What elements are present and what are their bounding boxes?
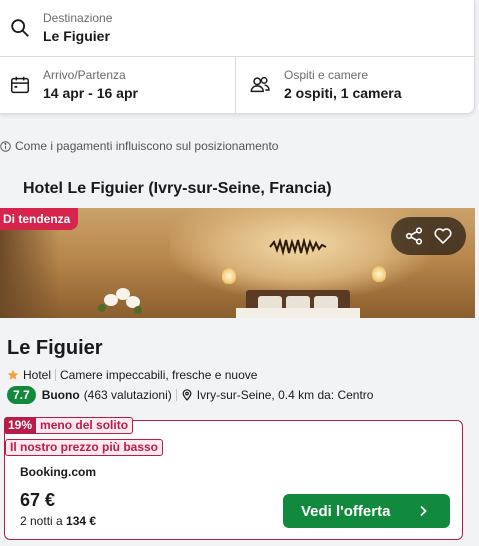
search-icon — [11, 19, 29, 37]
heart-icon — [434, 228, 452, 245]
rating-row: 7.7 Buono (463 valutazioni) Ivry-sur-Sei… — [7, 386, 373, 404]
dates-label: Arrivo/Partenza — [43, 68, 126, 82]
location-pin-icon — [182, 389, 192, 401]
destination-field[interactable]: Destinazione Le Figuier — [0, 0, 474, 57]
dates-field[interactable]: Arrivo/Partenza 14 apr - 16 apr — [0, 57, 236, 114]
nights-prefix: 2 notti a — [20, 514, 63, 528]
offer-price: 67 € — [20, 490, 56, 510]
divider — [55, 369, 57, 381]
lamp — [222, 268, 236, 284]
destination-value: Le Figuier — [43, 28, 110, 44]
guests-field[interactable]: Ospiti e camere 2 ospiti, 1 camera — [236, 57, 475, 114]
hotel-location[interactable]: Ivry-sur-Seine, 0.4 km da: Centro — [197, 388, 374, 402]
score-badge: 7.7 — [7, 386, 36, 404]
star-icon — [7, 369, 19, 380]
section-title: Hotel Le Figuier (Ivry-sur-Seine, Franci… — [23, 180, 332, 197]
price-total: 2 notti a 134 € — [20, 514, 96, 528]
ranking-info-link[interactable]: Come i pagamenti influiscono sul posizio… — [0, 139, 278, 153]
guests-value: 2 ospiti, 1 camera — [284, 85, 402, 101]
dates-value: 14 apr - 16 apr — [43, 85, 138, 101]
chevron-right-icon — [420, 505, 427, 517]
view-deal-button[interactable]: Vedi l'offerta — [283, 494, 450, 528]
guests-label: Ospiti e camere — [284, 68, 369, 82]
discount-tag: 19% meno del solito — [4, 417, 134, 434]
divider — [175, 389, 177, 401]
discount-percent: 19% — [4, 417, 37, 434]
photo-actions — [391, 217, 466, 255]
rating-word: Buono — [41, 388, 80, 402]
share-button[interactable] — [403, 225, 425, 247]
trend-badge: Di tendenza — [0, 208, 79, 230]
share-icon — [405, 227, 422, 245]
calendar-icon — [11, 76, 29, 94]
wall-art — [269, 238, 327, 256]
view-deal-label: Vedi l'offerta — [301, 502, 391, 520]
review-count[interactable]: (463 valutazioni) — [84, 388, 172, 402]
total-price: 134 € — [66, 514, 97, 528]
discount-text: meno del solito — [36, 417, 134, 434]
lowest-price-tag: Il nostro prezzo più basso — [5, 439, 164, 456]
guests-icon — [250, 76, 270, 93]
hotel-type: Hotel — [23, 368, 52, 382]
info-icon — [0, 140, 11, 152]
hotel-highlight: Camere impeccabili, fresche e nuove — [60, 368, 258, 382]
search-card: Destinazione Le Figuier Arrivo/Partenza … — [0, 0, 475, 114]
hotel-meta: Hotel Camere impeccabili, fresche e nuov… — [7, 367, 257, 383]
hotel-name[interactable]: Le Figuier — [7, 337, 103, 360]
ranking-info-text: Come i pagamenti influiscono sul posizio… — [15, 139, 279, 153]
destination-label: Destinazione — [43, 11, 113, 25]
lamp — [372, 266, 386, 282]
favorite-button[interactable] — [432, 225, 454, 247]
offer-provider: Booking.com — [20, 465, 97, 479]
